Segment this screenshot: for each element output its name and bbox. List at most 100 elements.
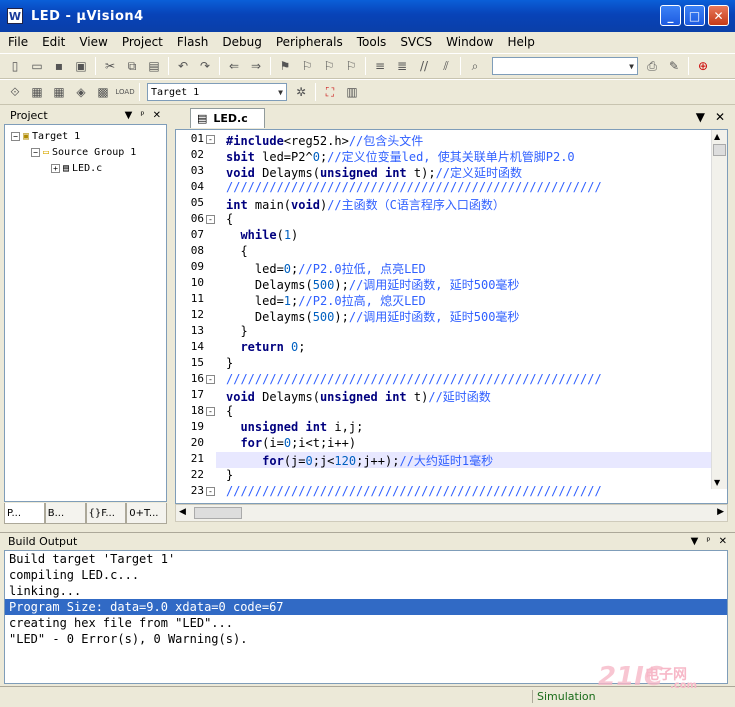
new-file-icon[interactable]: ▯	[7, 58, 23, 74]
tab-books[interactable]: B...	[44, 503, 86, 524]
code-line[interactable]: void Delayms(unsigned int t)//延时函数	[226, 388, 491, 405]
code-editor[interactable]: 01-02 03 04 05 06-07 08 09 10 11 12 13 14 15 16-17 18-…	[175, 129, 728, 504]
code-line[interactable]: for(i=0;i<t;i++)	[226, 436, 356, 450]
code-line[interactable]: #include<reg52.h>//包含头文件	[226, 132, 423, 149]
translate-icon[interactable]: ⟐	[7, 84, 23, 100]
paste-icon[interactable]: ▤	[146, 58, 162, 74]
save-icon[interactable]: ▪	[51, 58, 67, 74]
pin-icon[interactable]: ᵖ	[140, 110, 144, 121]
output-line-selected[interactable]: Program Size: data=9.0 xdata=0 code=67	[5, 599, 727, 615]
menu-file[interactable]: File	[8, 35, 28, 49]
output-line[interactable]: "LED" - 0 Error(s), 0 Warning(s).	[5, 631, 727, 647]
tree-file[interactable]: + ▤ LED.c	[51, 163, 102, 174]
output-line[interactable]: compiling LED.c...	[5, 567, 727, 583]
batch-build-icon[interactable]: ◈	[73, 84, 89, 100]
copy-icon[interactable]: ⧉	[124, 58, 140, 74]
bookmark-next-icon[interactable]: ⚐	[321, 58, 337, 74]
menu-edit[interactable]: Edit	[42, 35, 65, 49]
fold-toggle-icon[interactable]: -	[206, 407, 215, 416]
panel-menu-icon[interactable]: ▼	[691, 536, 699, 547]
debug-session-icon[interactable]: ⊕	[695, 58, 711, 74]
tree-source-group[interactable]: − ▭ Source Group 1	[31, 147, 136, 158]
manage-components-icon[interactable]: ⛶	[322, 84, 338, 100]
code-line[interactable]: {	[226, 404, 233, 418]
nav-back-icon[interactable]: ⇐	[226, 58, 242, 74]
comment-icon[interactable]: //	[416, 58, 432, 74]
tab-templates[interactable]: 0+T...	[126, 503, 167, 524]
code-line[interactable]: ////////////////////////////////////////…	[226, 372, 602, 386]
books-icon[interactable]: ▥	[344, 84, 360, 100]
collapse-icon[interactable]: −	[31, 148, 40, 157]
code-line[interactable]: sbit led=P2^0;//定义位变量led, 使其关联单片机管脚P2.0	[226, 148, 575, 165]
find-in-files-icon[interactable]: ⌕	[467, 58, 483, 74]
menu-svcs[interactable]: SVCS	[400, 35, 432, 49]
code-line[interactable]: for(j=0;j<120;j++);//大约延时1毫秒	[226, 452, 493, 469]
minimize-button[interactable]: _	[660, 5, 681, 26]
menu-help[interactable]: Help	[507, 35, 534, 49]
download-icon[interactable]: LOAD	[115, 84, 134, 100]
fold-toggle-icon[interactable]: -	[206, 215, 215, 224]
code-line[interactable]: ////////////////////////////////////////…	[226, 484, 602, 498]
menu-flash[interactable]: Flash	[177, 35, 208, 49]
bookmark-clear-icon[interactable]: ⚐	[343, 58, 359, 74]
editor-horizontal-scrollbar[interactable]: ◀ ▶	[175, 504, 728, 522]
fold-toggle-icon[interactable]: -	[206, 487, 215, 496]
editor-vertical-scrollbar[interactable]: ▲ ▼	[711, 130, 727, 489]
uncomment-icon[interactable]: ⫽	[438, 58, 454, 74]
undo-icon[interactable]: ↶	[175, 58, 191, 74]
code-line[interactable]: }	[226, 324, 247, 338]
code-line[interactable]: {	[226, 212, 233, 226]
target-select[interactable]: Target 1 ▼	[147, 83, 287, 101]
stop-build-icon[interactable]: ▩	[95, 84, 111, 100]
find-icon[interactable]: ⎙	[644, 58, 660, 74]
tree-target[interactable]: − ▣ Target 1	[11, 131, 80, 142]
bookmark-prev-icon[interactable]: ⚐	[299, 58, 315, 74]
code-line[interactable]: return 0;	[226, 340, 305, 354]
indent-icon[interactable]: ≡	[372, 58, 388, 74]
code-line[interactable]: Delayms(500);//调用延时函数, 延时500毫秒	[226, 276, 520, 293]
code-line[interactable]: {	[226, 244, 247, 258]
build-icon[interactable]: ▦	[29, 84, 45, 100]
code-line[interactable]: }	[226, 468, 233, 482]
maximize-button[interactable]: □	[684, 5, 705, 26]
fold-toggle-icon[interactable]: -	[206, 135, 215, 144]
code-line[interactable]: int main(void)//主函数（C语言程序入口函数）	[226, 196, 505, 213]
menu-view[interactable]: View	[79, 35, 107, 49]
close-button[interactable]: ✕	[708, 5, 729, 26]
editor-menu-icon[interactable]: ▼	[696, 110, 705, 124]
rebuild-icon[interactable]: ▦	[51, 84, 67, 100]
menu-tools[interactable]: Tools	[357, 35, 387, 49]
code-line[interactable]: ////////////////////////////////////////…	[226, 180, 602, 194]
cut-icon[interactable]: ✂	[102, 58, 118, 74]
output-line[interactable]: linking...	[5, 583, 727, 599]
editor-close-icon[interactable]: ✕	[715, 110, 725, 124]
fold-toggle-icon[interactable]: -	[206, 375, 215, 384]
expand-icon[interactable]: +	[51, 164, 60, 173]
code-line[interactable]: Delayms(500);//调用延时函数, 延时500毫秒	[226, 308, 520, 325]
panel-menu-icon[interactable]: ▼	[125, 110, 133, 121]
panel-close-icon[interactable]: ✕	[719, 536, 727, 547]
output-line[interactable]: creating hex file from "LED"...	[5, 615, 727, 631]
bookmark-icon[interactable]: ⚑	[277, 58, 293, 74]
code-line[interactable]: led=1;//P2.0拉高, 熄灭LED	[226, 292, 426, 309]
uvision-app-icon[interactable]: W	[7, 8, 23, 24]
find-combo[interactable]: ▼	[492, 57, 638, 75]
tab-project[interactable]: P...	[4, 503, 45, 524]
target-options-icon[interactable]: ✲	[293, 84, 309, 100]
code-line[interactable]: led=0;//P2.0拉低, 点亮LED	[226, 260, 426, 277]
output-line[interactable]: Build target 'Target 1'	[5, 551, 727, 567]
nav-forward-icon[interactable]: ⇒	[248, 58, 264, 74]
code-line[interactable]: void Delayms(unsigned int t);//定义延时函数	[226, 164, 522, 181]
open-folder-icon[interactable]: ▭	[29, 58, 45, 74]
menu-window[interactable]: Window	[446, 35, 493, 49]
collapse-icon[interactable]: −	[11, 132, 20, 141]
redo-icon[interactable]: ↷	[197, 58, 213, 74]
editor-tab-led-c[interactable]: ▤ LED.c	[190, 108, 265, 128]
tab-functions[interactable]: {}F...	[85, 503, 127, 524]
menu-debug[interactable]: Debug	[222, 35, 261, 49]
save-all-icon[interactable]: ▣	[73, 58, 89, 74]
pin-icon[interactable]: ᵖ	[706, 536, 710, 547]
menu-project[interactable]: Project	[122, 35, 163, 49]
incremental-find-icon[interactable]: ✎	[666, 58, 682, 74]
panel-close-icon[interactable]: ✕	[153, 110, 161, 121]
